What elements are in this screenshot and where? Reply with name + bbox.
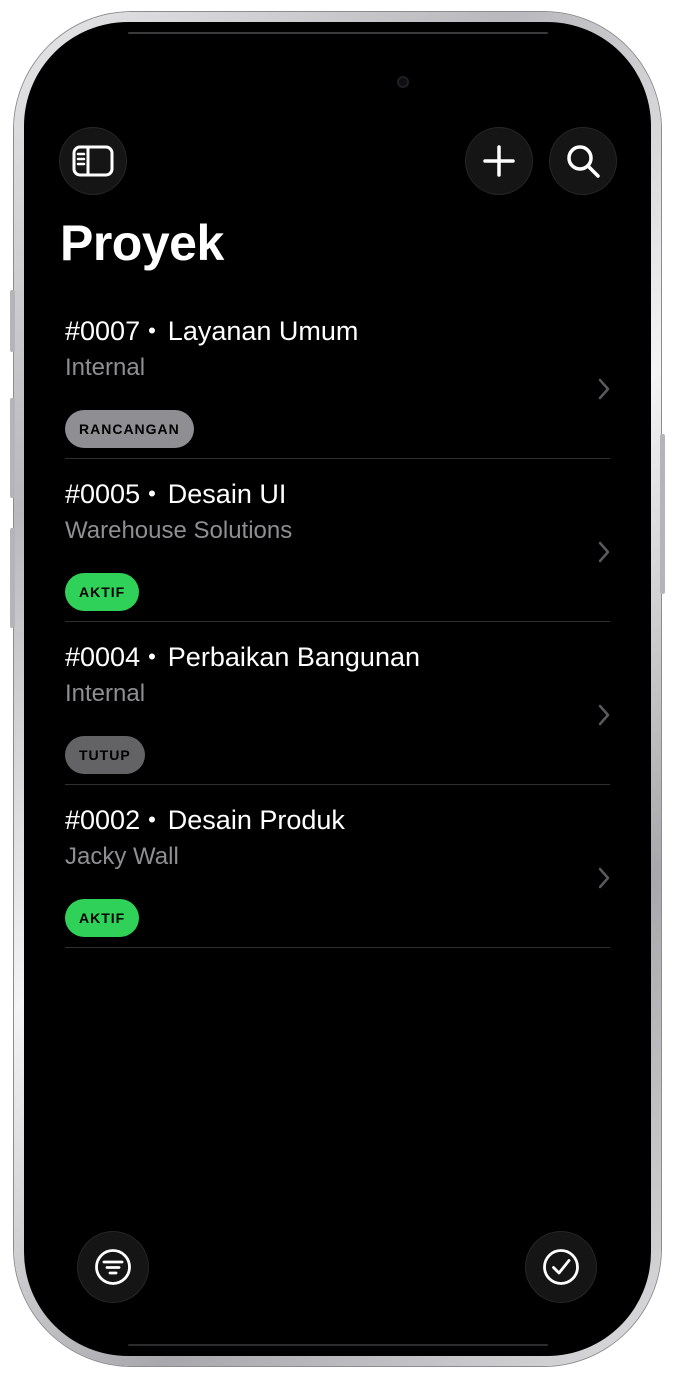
chevron-right-icon — [598, 704, 610, 726]
project-title: #0004 • Perbaikan Bangunan — [65, 642, 420, 673]
project-number: #0004 — [65, 642, 141, 672]
project-client: Warehouse Solutions — [65, 517, 293, 544]
separator-dot: • — [148, 481, 156, 506]
project-client: Jacky Wall — [65, 843, 179, 870]
project-row[interactable]: #0004 • Perbaikan Bangunan Internal TUTUP — [65, 622, 610, 785]
separator-dot: • — [148, 807, 156, 832]
page-title: Proyek — [60, 215, 224, 271]
volume-down-button — [10, 528, 15, 628]
separator-dot: • — [148, 318, 156, 343]
filter-button[interactable] — [78, 1232, 148, 1302]
chevron-right-icon — [598, 378, 610, 400]
top-edge — [128, 32, 548, 34]
status-badge: RANCANGAN — [65, 410, 194, 448]
action-button — [10, 290, 15, 352]
project-number: #0007 — [65, 316, 141, 346]
project-title: #0005 • Desain UI — [65, 479, 286, 510]
status-badge: AKTIF — [65, 573, 140, 611]
screen: Proyek #0007 • Layanan Umum Internal RANCA… — [24, 22, 651, 1356]
project-client: Internal — [65, 354, 146, 381]
front-camera — [397, 76, 409, 88]
status-badge: AKTIF — [65, 899, 140, 937]
select-button[interactable] — [526, 1232, 596, 1302]
plus-icon — [483, 145, 515, 177]
project-title: #0007 • Layanan Umum — [65, 316, 358, 347]
project-row[interactable]: #0007 • Layanan Umum Internal RANCANGAN — [65, 296, 610, 459]
project-row[interactable]: #0002 • Desain Produk Jacky Wall AKTIF — [65, 785, 610, 948]
sidebar-icon — [72, 145, 114, 177]
separator-dot: • — [148, 644, 156, 669]
project-name: Desain UI — [167, 479, 287, 509]
project-client: Internal — [65, 680, 146, 707]
project-name: Desain Produk — [167, 805, 345, 835]
project-name: Perbaikan Bangunan — [167, 642, 420, 672]
checkmark-circle-icon — [543, 1249, 579, 1285]
volume-up-button — [10, 398, 15, 498]
project-number: #0002 — [65, 805, 141, 835]
bottom-edge — [128, 1344, 548, 1346]
search-icon — [567, 145, 600, 178]
search-button[interactable] — [550, 128, 616, 194]
filter-icon — [95, 1249, 131, 1285]
sidebar-toggle-button[interactable] — [60, 128, 126, 194]
project-number: #0005 — [65, 479, 141, 509]
project-title: #0002 • Desain Produk — [65, 805, 345, 836]
chevron-right-icon — [598, 541, 610, 563]
project-list: #0007 • Layanan Umum Internal RANCANGAN #0… — [65, 296, 610, 948]
add-project-button[interactable] — [466, 128, 532, 194]
chevron-right-icon — [598, 867, 610, 889]
project-row[interactable]: #0005 • Desain UI Warehouse Solutions AKTI… — [65, 459, 610, 622]
power-button — [660, 434, 665, 594]
status-badge: TUTUP — [65, 736, 145, 774]
project-name: Layanan Umum — [167, 316, 359, 346]
